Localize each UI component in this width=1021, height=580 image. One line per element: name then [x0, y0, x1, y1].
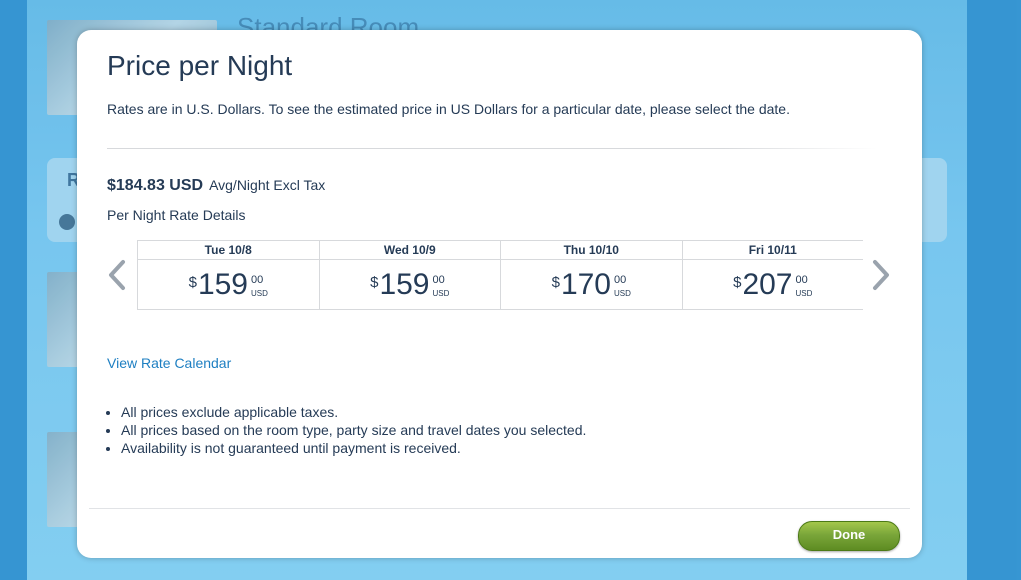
- rate-day-date: Tue 10/8: [138, 240, 319, 260]
- rate-day-date: Fri 10/11: [682, 240, 863, 260]
- chevron-left-icon: [109, 260, 125, 290]
- currency-symbol: $: [188, 273, 197, 291]
- price-cents: 00: [614, 273, 627, 286]
- price-unit: USD: [614, 288, 631, 298]
- price-whole: 170: [560, 267, 611, 301]
- price-whole: 207: [742, 267, 793, 301]
- footer-divider: [89, 508, 910, 509]
- rate-day-date: Thu 10/10: [501, 240, 682, 260]
- list-item: All prices exclude applicable taxes.: [121, 403, 586, 421]
- price-cents: 00: [795, 273, 808, 286]
- done-button[interactable]: Done: [798, 521, 900, 551]
- price-whole: 159: [379, 267, 430, 301]
- view-rate-calendar-link[interactable]: View Rate Calendar: [107, 355, 231, 371]
- price-unit: USD: [432, 288, 450, 298]
- price-display: $ 159 00 USD: [188, 267, 268, 301]
- rate-day-price: $ 170 00 USD: [501, 260, 682, 309]
- average-price-amount: $184.83 USD: [107, 177, 204, 194]
- price-unit: USD: [795, 288, 813, 298]
- price-display: $ 170 00 USD: [551, 267, 631, 301]
- rate-day[interactable]: Fri 10/11 $ 207 00 USD: [681, 240, 864, 309]
- rate-day-price: $ 207 00 USD: [683, 260, 864, 309]
- price-notes-list: All prices exclude applicable taxes. All…: [107, 403, 586, 457]
- rate-day[interactable]: Tue 10/8 $ 159 00 USD: [137, 240, 319, 309]
- average-price-suffix: Avg/Night Excl Tax: [209, 177, 326, 193]
- rate-day-price: $ 159 00 USD: [138, 260, 319, 309]
- chevron-right-icon: [873, 260, 889, 290]
- price-fraction: 00 USD: [614, 273, 631, 299]
- price-unit: USD: [251, 288, 268, 298]
- rate-table: Tue 10/8 $ 159 00 USD Wed 10/9 $ 159 00 …: [137, 240, 863, 310]
- price-fraction: 00 USD: [432, 273, 450, 299]
- rate-day-date: Wed 10/9: [319, 240, 500, 260]
- price-whole: 159: [197, 267, 248, 301]
- price-display: $ 207 00 USD: [733, 267, 813, 301]
- price-cents: 00: [432, 273, 445, 286]
- rate-day-price: $ 159 00 USD: [320, 260, 501, 309]
- rates-description: Rates are in U.S. Dollars. To see the es…: [107, 101, 790, 117]
- price-cents: 00: [251, 273, 264, 286]
- divider: [107, 148, 877, 149]
- list-item: Availability is not guaranteed until pay…: [121, 439, 586, 457]
- price-display: $ 159 00 USD: [370, 267, 450, 301]
- average-price: $184.83 USD Avg/Night Excl Tax: [107, 177, 325, 195]
- rate-day[interactable]: Thu 10/10 $ 170 00 USD: [500, 240, 682, 309]
- rate-details-label: Per Night Rate Details: [107, 207, 246, 223]
- currency-symbol: $: [551, 273, 560, 291]
- price-per-night-dialog: Price per Night Rates are in U.S. Dollar…: [77, 30, 922, 558]
- dialog-title: Price per Night: [107, 50, 293, 81]
- rate-day[interactable]: Wed 10/9 $ 159 00 USD: [318, 240, 501, 309]
- currency-symbol: $: [733, 273, 742, 291]
- list-item: All prices based on the room type, party…: [121, 421, 586, 439]
- prev-dates-button[interactable]: [105, 258, 129, 292]
- price-fraction: 00 USD: [795, 273, 813, 299]
- price-fraction: 00 USD: [251, 273, 268, 299]
- currency-symbol: $: [370, 273, 379, 291]
- next-dates-button[interactable]: [869, 258, 893, 292]
